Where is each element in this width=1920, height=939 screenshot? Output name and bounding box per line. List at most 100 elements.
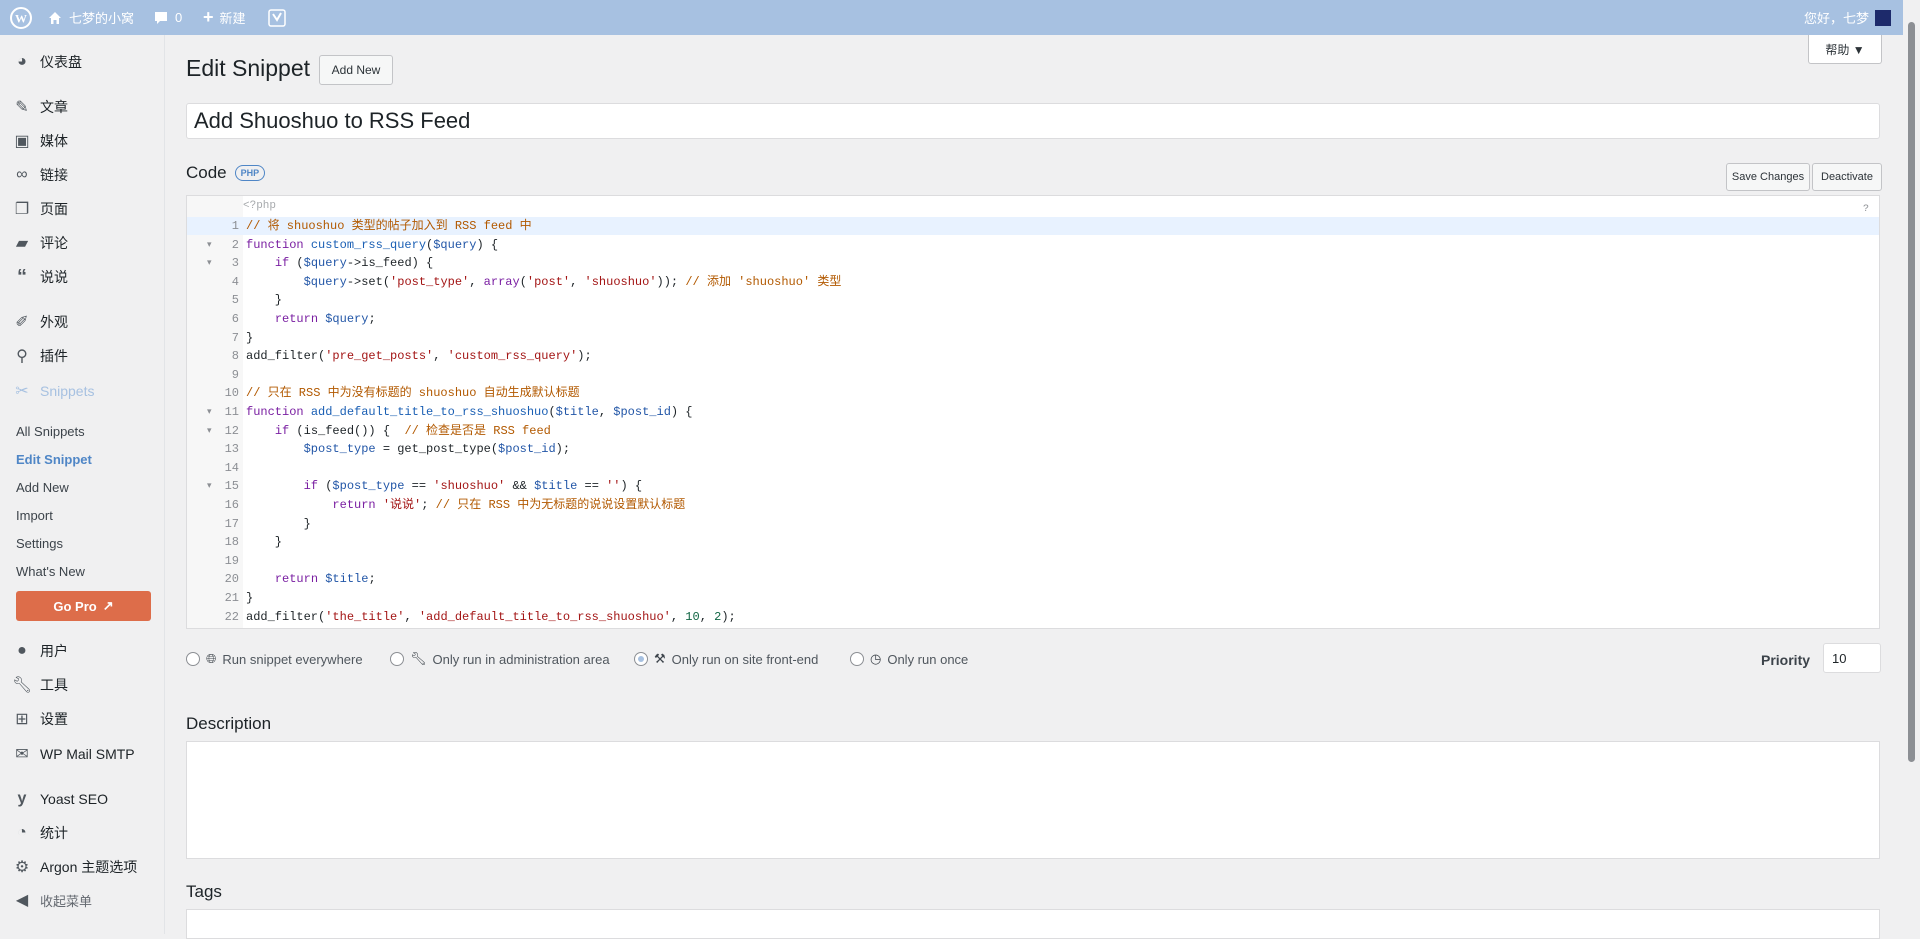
submenu-settings[interactable]: Settings — [16, 536, 63, 551]
admin-sidebar: ◕ 仪表盘 ✎ 文章 ▣ 媒体 ∞ 链接 ❐ 页面 ▰ 评论 “ 说说 ✐ 外观… — [0, 35, 165, 934]
yoast-adminbar-icon[interactable] — [268, 0, 286, 35]
comment-icon: ▰ — [15, 235, 29, 252]
code-line[interactable]: 6 return $query; — [187, 310, 1879, 328]
description-textarea[interactable] — [186, 741, 1880, 859]
code-line[interactable]: 17 } — [187, 515, 1879, 533]
sidebar-item-label: 外观 — [40, 314, 68, 330]
sidebar-item-snippets[interactable]: ✂ Snippets — [0, 376, 164, 406]
sidebar-item-label: 统计 — [40, 825, 68, 841]
sidebar-item-tools[interactable]: 🔧︎ 工具 — [0, 670, 164, 700]
sidebar-item-settings[interactable]: ⊞ 设置 — [0, 704, 164, 734]
media-icon: ▣ — [14, 133, 30, 150]
run-option-radio[interactable] — [186, 652, 200, 666]
sidebar-item-plugins[interactable]: ⚲ 插件 — [0, 341, 164, 371]
code-line[interactable]: 10 // 只在 RSS 中为没有标题的 shuoshuo 自动生成默认标题 — [187, 384, 1879, 402]
sidebar-item-label: 链接 — [40, 167, 68, 183]
sidebar-item-users[interactable]: ● 用户 — [0, 636, 164, 666]
account-menu[interactable]: 您好，七梦 — [1804, 0, 1892, 35]
page-scrollbar[interactable] — [1903, 0, 1920, 934]
comments-link[interactable]: 0 — [153, 0, 182, 35]
code-line[interactable]: 20 return $title; — [187, 570, 1879, 588]
new-content-link[interactable]: + 新建 — [203, 0, 246, 35]
sidebar-collapse-menu[interactable]: ◀ 收起菜单 — [0, 885, 164, 915]
code-line[interactable]: 21} — [187, 589, 1879, 607]
code-text: } — [246, 516, 311, 531]
code-line[interactable]: 4 $query->set('post_type', array('post',… — [187, 273, 1879, 291]
line-number: 4 — [231, 274, 239, 289]
sidebar-item-shuoshuo[interactable]: “ 说说 — [0, 262, 164, 292]
code-text: $post_type = get_post_type($post_id); — [303, 442, 571, 457]
snippet-title-input[interactable]: Add Shuoshuo to RSS Feed — [186, 103, 1880, 139]
code-line[interactable]: 18 } — [187, 533, 1879, 551]
code-line[interactable]: 13 $post_type = get_post_type($post_id); — [187, 440, 1879, 458]
svg-text:W: W — [15, 11, 27, 25]
code-line[interactable]: 2 ▾ function custom_rss_query($query) { — [187, 236, 1879, 254]
code-editor[interactable]: <?php ? 1 // 将 shuoshuo 类型的帖子加入到 RSS feed… — [186, 195, 1880, 629]
sidebar-item-label: 媒体 — [40, 133, 68, 149]
fold-arrow-icon[interactable]: ▾ — [207, 403, 212, 421]
page-title: Edit Snippet — [186, 55, 311, 81]
run-option-radio[interactable] — [634, 652, 648, 666]
run-option-radio[interactable] — [390, 652, 404, 666]
editor-help-mark[interactable]: ? — [1863, 204, 1869, 215]
sidebar-item-appearance[interactable]: ✐ 外观 — [0, 307, 164, 337]
fold-arrow-icon[interactable]: ▾ — [207, 477, 212, 495]
sidebar-item-argon-options[interactable]: ⚙ Argon 主题选项 — [0, 852, 164, 882]
sidebar-item-stats[interactable]: ◔ 统计 — [0, 818, 164, 848]
code-line[interactable]: 15 ▾ if ($post_type == 'shuoshuo' && $tit… — [187, 477, 1879, 495]
code-text: function add_default_title_to_rss_shuosh… — [246, 405, 693, 419]
code-line[interactable]: 22 add_filter('the_title', 'add_default_t… — [187, 608, 1879, 626]
submenu-import[interactable]: Import — [16, 508, 53, 523]
save-changes-button[interactable]: Save Changes — [1726, 163, 1810, 191]
sidebar-item-media[interactable]: ▣ 媒体 — [0, 126, 164, 156]
code-section-heading: Code PHP — [186, 163, 266, 183]
add-new-button[interactable]: Add New — [319, 55, 393, 85]
dashboard-icon: ◕ — [17, 53, 27, 70]
code-line[interactable]: 11 ▾ function add_default_title_to_rss_shu… — [187, 403, 1879, 421]
scrollbar-thumb[interactable] — [1908, 22, 1915, 762]
go-pro-button[interactable]: Go Pro ↗ — [16, 591, 151, 621]
fold-arrow-icon[interactable]: ▾ — [207, 236, 212, 254]
code-line[interactable]: 9 — [187, 366, 1879, 384]
sidebar-item-comments[interactable]: ▰ 评论 — [0, 228, 164, 258]
sidebar-item-wp-mail-smtp[interactable]: ✉ WP Mail SMTP — [0, 739, 164, 769]
run-option[interactable]: ◷ Only run once — [850, 651, 968, 667]
sidebar-item-yoast-seo[interactable]: y Yoast SEO — [0, 784, 164, 814]
sidebar-item-posts[interactable]: ✎ 文章 — [0, 92, 164, 122]
fold-arrow-icon[interactable]: ▾ — [207, 422, 212, 440]
sidebar-item-pages[interactable]: ❐ 页面 — [0, 194, 164, 224]
code-line[interactable]: 14 — [187, 459, 1879, 477]
php-badge: PHP — [234, 165, 266, 181]
sidebar-item-label: Snippets — [40, 383, 95, 399]
run-option[interactable]: 🔧︎ Only run in administration area — [390, 651, 610, 667]
code-line[interactable]: 12 ▾ if (is_feed()) { // 检查是否是 RSS feed — [187, 422, 1879, 440]
tags-input[interactable] — [186, 909, 1880, 939]
site-name-link[interactable]: 七梦的小窝 — [47, 0, 134, 35]
wordpress-logo-icon[interactable]: W — [10, 0, 32, 35]
admin-bar: W 七梦的小窝 0 + 新建 您好，七梦 — [0, 0, 1920, 35]
code-line[interactable]: 3 ▾ if ($query->is_feed) { — [187, 254, 1879, 272]
code-line[interactable]: 5 } — [187, 291, 1879, 309]
line-number: 8 — [231, 349, 239, 364]
submenu-whats-new[interactable]: What's New — [16, 564, 85, 579]
run-option[interactable]: 🌐︎ Run snippet everywhere — [186, 651, 363, 667]
sidebar-item-dashboard[interactable]: ◕ 仪表盘 — [0, 47, 164, 77]
code-line[interactable]: 1 // 将 shuoshuo 类型的帖子加入到 RSS feed 中 — [187, 217, 1879, 235]
code-line[interactable]: 19 — [187, 552, 1879, 570]
fold-arrow-icon[interactable]: ▾ — [207, 254, 212, 272]
submenu-edit-snippet[interactable]: Edit Snippet — [16, 452, 92, 467]
priority-input[interactable]: 10 — [1823, 643, 1881, 673]
code-text: } — [246, 535, 283, 550]
code-line[interactable]: 16 return '说说'; // 只在 RSS 中为无标题的说说设置默认标题 — [187, 496, 1879, 514]
deactivate-button[interactable]: Deactivate — [1812, 163, 1882, 191]
sidebar-item-links[interactable]: ∞ 链接 — [0, 160, 164, 190]
run-option-radio[interactable] — [850, 652, 864, 666]
code-line[interactable]: 8 add_filter('pre_get_posts', 'custom_rss… — [187, 347, 1879, 365]
submenu-all-snippets[interactable]: All Snippets — [16, 424, 85, 439]
sidebar-item-label: 收起菜单 — [40, 893, 93, 909]
submenu-add-new[interactable]: Add New — [16, 480, 69, 495]
clock-icon: ◷ — [870, 651, 882, 666]
external-link-icon: ↗ — [102, 598, 114, 613]
code-line[interactable]: 7} — [187, 329, 1879, 347]
run-option[interactable]: ⚒ Only run on site front-end — [634, 651, 818, 667]
